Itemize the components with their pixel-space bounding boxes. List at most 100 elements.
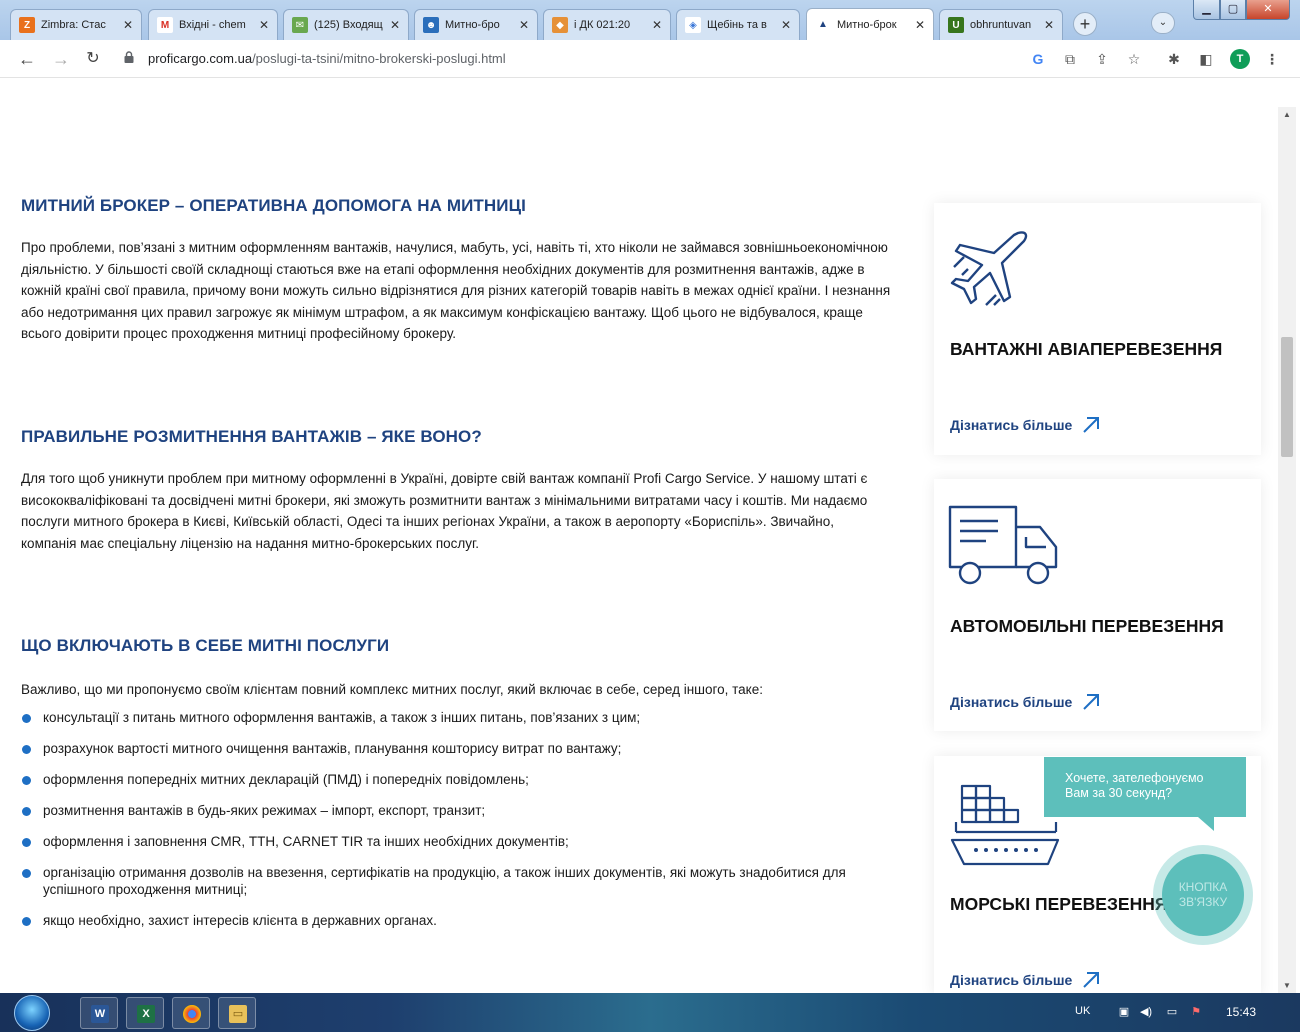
browser-tab-strip: Z Zimbra: Стас ✕ M Вхідні - chem ✕ ✉ (12…: [0, 0, 1300, 40]
callback-bubble-line: Хочете, зателефонуємо: [1065, 771, 1204, 785]
tab-title: Вхідні - chem: [179, 19, 246, 31]
chrome-icon: [183, 1005, 201, 1023]
close-icon[interactable]: ✕: [257, 18, 271, 32]
web-page: МИТНИЙ БРОКЕР – ОПЕРАТИВНА ДОПОМОГА НА М…: [0, 79, 1278, 993]
back-arrow-icon[interactable]: ←: [16, 48, 38, 70]
section-text-proper-clearance: Для того щоб уникнути проблем при митном…: [21, 471, 868, 551]
gmail-icon: M: [157, 17, 173, 33]
language-indicator[interactable]: UK: [1075, 1005, 1090, 1017]
close-icon[interactable]: ✕: [650, 18, 664, 32]
people-icon: ☻: [423, 17, 439, 33]
window-maximize-button[interactable]: ▢: [1220, 0, 1246, 20]
services-list: консультації з питань митного оформлення…: [21, 709, 891, 943]
arrow-up-right-icon: [1083, 417, 1100, 433]
browser-tab-4[interactable]: ☻ Митно-бро ✕: [414, 9, 538, 40]
page-scrollbar[interactable]: ▲ ▼: [1278, 107, 1296, 993]
close-icon[interactable]: ✕: [517, 18, 531, 32]
scroll-thumb[interactable]: [1281, 337, 1293, 457]
taskbar-app-excel[interactable]: X: [126, 997, 164, 1029]
word-icon: W: [91, 1005, 109, 1023]
list-item: оформлення попередніх митних декларацій …: [21, 771, 891, 788]
scroll-up-arrow-icon[interactable]: ▲: [1283, 110, 1291, 119]
close-icon[interactable]: ✕: [388, 18, 402, 32]
diamond-icon: ◈: [685, 17, 701, 33]
card-title: ВАНТАЖНІ АВІАПЕРЕВЕЗЕННЯ: [950, 339, 1223, 359]
profile-avatar[interactable]: T: [1230, 49, 1250, 69]
tab-title: Щебінь та в: [707, 19, 767, 31]
taskbar-clock[interactable]: 15:43: [1226, 1005, 1256, 1019]
learn-more-link[interactable]: Дізнатись більше: [950, 693, 1100, 711]
close-icon[interactable]: ✕: [779, 18, 793, 32]
tab-title: (125) Входящ: [314, 19, 383, 31]
scroll-down-arrow-icon[interactable]: ▼: [1283, 981, 1291, 990]
callback-bubble[interactable]: Хочете, зателефонуємо Вам за 30 секунд?: [1044, 757, 1246, 817]
learn-more-label: Дізнатись більше: [950, 417, 1073, 433]
forward-arrow-icon[interactable]: →: [50, 48, 72, 70]
browser-menu-icon[interactable]: ⋮: [1262, 49, 1282, 69]
folder-icon: ▭: [229, 1005, 247, 1023]
section-heading-services: ЩО ВКЛЮЧАЮТЬ В СЕБЕ МИТНІ ПОСЛУГИ: [21, 636, 390, 655]
section-heading-customs-broker: МИТНИЙ БРОКЕР – ОПЕРАТИВНА ДОПОМОГА НА М…: [21, 196, 526, 215]
new-tab-button[interactable]: +: [1073, 12, 1097, 36]
side-panel-icon[interactable]: ◧: [1196, 49, 1216, 69]
google-icon[interactable]: G: [1028, 49, 1048, 69]
learn-more-link[interactable]: Дізнатись більше: [950, 971, 1100, 989]
tray-app-icon[interactable]: ▣: [1116, 1005, 1132, 1019]
u-icon: U: [948, 17, 964, 33]
bookmark-star-icon[interactable]: ☆: [1124, 49, 1144, 69]
browser-toolbar: ← → ↻ proficargo.com.ua/poslugi-ta-tsini…: [0, 40, 1300, 78]
extensions-puzzle-icon[interactable]: ✱: [1164, 49, 1184, 69]
card-title: МОРСЬКІ ПЕРЕВЕЗЕННЯ: [950, 894, 1168, 914]
list-item: розрахунок вартості митного очищення ван…: [21, 740, 891, 757]
section-text-customs-broker: Про проблеми, пов’язані з митним оформле…: [21, 240, 891, 341]
close-icon[interactable]: ✕: [121, 18, 135, 32]
tab-search-chevron-icon[interactable]: ⌄: [1151, 12, 1175, 34]
taskbar-app-chrome[interactable]: [172, 997, 210, 1029]
taskbar-app-word[interactable]: W: [80, 997, 118, 1029]
close-icon[interactable]: ✕: [1042, 18, 1056, 32]
start-button[interactable]: [14, 995, 50, 1031]
ship-icon: ▲: [815, 16, 831, 33]
callback-button-line: ЗВ'ЯЗКУ: [1178, 895, 1228, 909]
learn-more-label: Дізнатись більше: [950, 972, 1073, 988]
window-close-button[interactable]: ✕: [1246, 0, 1290, 20]
browser-tab-3[interactable]: ✉ (125) Входящ ✕: [283, 9, 409, 40]
list-item: якщо необхідно, захист інтересів клієнта…: [21, 912, 891, 929]
action-center-flag-icon[interactable]: ⚑: [1188, 1005, 1204, 1019]
lock-icon[interactable]: [124, 51, 134, 63]
browser-tab-1[interactable]: Z Zimbra: Стас ✕: [10, 9, 142, 40]
address-bar[interactable]: proficargo.com.ua/poslugi-ta-tsini/mitno…: [148, 51, 506, 66]
browser-tab-8[interactable]: U obhruntuvan ✕: [939, 9, 1063, 40]
tab-title: obhruntuvan: [970, 19, 1032, 31]
browser-tab-5[interactable]: ◆ і ДК 021:20 ✕: [543, 9, 671, 40]
network-icon[interactable]: ▭: [1164, 1005, 1180, 1019]
browser-tab-2[interactable]: M Вхідні - chem ✕: [148, 9, 278, 40]
excel-icon: X: [137, 1005, 155, 1023]
airplane-icon: [950, 231, 1028, 306]
tab-title: і ДК 021:20: [574, 19, 631, 31]
list-item: організацію отримання дозволів на ввезен…: [21, 864, 891, 898]
section-heading-proper-clearance: ПРАВИЛЬНЕ РОЗМИТНЕННЯ ВАНТАЖІВ – ЯКЕ ВОН…: [21, 427, 482, 446]
section-text-services: Важливо, що ми пропонуємо своїм клієнтам…: [21, 682, 763, 697]
list-item: розмитнення вантажів в будь-яких режимах…: [21, 802, 891, 819]
browser-tab-6[interactable]: ◈ Щебінь та в ✕: [676, 9, 800, 40]
close-icon[interactable]: ✕: [913, 18, 927, 32]
callback-bubble-line: Вам за 30 секунд?: [1065, 786, 1173, 800]
browser-tab-active[interactable]: ▲ Митно-брок ✕: [806, 8, 934, 40]
tab-title: Митно-бро: [445, 19, 500, 31]
card-title: АВТОМОБІЛЬНІ ПЕРЕВЕЗЕННЯ: [950, 616, 1224, 636]
arrow-up-right-icon: [1083, 694, 1100, 710]
learn-more-link[interactable]: Дізнатись більше: [950, 416, 1100, 434]
translate-icon[interactable]: ⧉: [1060, 49, 1080, 69]
reload-icon[interactable]: ↻: [82, 48, 104, 70]
url-host: proficargo.com.ua: [148, 51, 253, 66]
tab-title: Митно-брок: [837, 18, 897, 31]
window-minimize-button[interactable]: ▁: [1193, 0, 1220, 20]
service-card-air[interactable]: ВАНТАЖНІ АВІАПЕРЕВЕЗЕННЯ Дізнатись більш…: [934, 203, 1261, 455]
learn-more-label: Дізнатись більше: [950, 694, 1073, 710]
service-card-road[interactable]: АВТОМОБІЛЬНІ ПЕРЕВЕЗЕННЯ Дізнатись більш…: [934, 479, 1261, 731]
volume-icon[interactable]: ◀): [1138, 1005, 1154, 1019]
taskbar-app-explorer[interactable]: ▭: [218, 997, 256, 1029]
share-icon[interactable]: ⇪: [1092, 49, 1112, 69]
callback-button[interactable]: КНОПКА ЗВ'ЯЗКУ: [1162, 854, 1244, 936]
